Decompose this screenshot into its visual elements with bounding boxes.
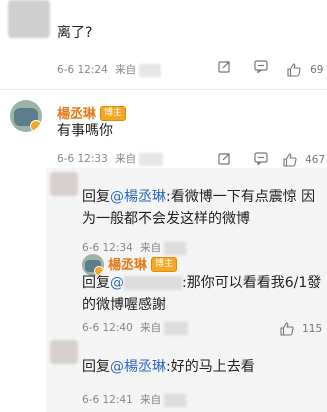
source-label: 来自 <box>140 322 162 334</box>
source-redacted <box>139 63 162 77</box>
source-redacted <box>164 321 189 335</box>
comment-item: 楊丞琳 博主 有事嗎你 6-6 12:33 来自 467 回复@楊丞琳:看微博一下… <box>0 90 327 412</box>
like-button[interactable]: 467 <box>283 149 325 168</box>
like-count: 69 <box>310 63 324 76</box>
comment-date: 6-6 12:33 <box>57 153 108 165</box>
comment-button[interactable] <box>254 150 268 169</box>
share-button[interactable] <box>218 60 231 77</box>
avatar[interactable] <box>50 340 78 364</box>
comment-icon <box>254 152 268 166</box>
reply-text: 回复@楊丞琳:好的马上去看 <box>82 356 322 378</box>
comment-meta: 6-6 12:33 来自 <box>57 151 164 166</box>
reply-item: 回复@楊丞琳:好的马上去看 6-6 12:41 来自 <box>46 338 327 412</box>
like-count: 467 <box>305 153 326 166</box>
avatar[interactable] <box>8 0 50 38</box>
reply-item: 楊丞琳 博主 回复@:那你可以看看我6/1發的微博喔感謝 6-6 12:40 来自… <box>46 250 327 340</box>
share-icon <box>218 61 230 73</box>
source-label: 来自 <box>115 153 137 165</box>
reply-text: 回复@楊丞琳:看微博一下有点震惊 因为一般都不会发这样的微博 <box>82 186 322 230</box>
thumbs-up-icon <box>283 152 297 167</box>
source-label: 来自 <box>140 394 162 406</box>
author-badge: 博主 <box>100 106 127 121</box>
source-redacted <box>139 152 164 166</box>
share-icon <box>218 153 230 165</box>
comment-meta: 6-6 12:24 来自 <box>57 62 162 77</box>
thumbs-up-icon <box>280 321 294 336</box>
author-badge: 博主 <box>151 257 178 272</box>
source-redacted <box>164 393 187 407</box>
mention-link[interactable]: @楊丞琳 <box>110 189 166 205</box>
reply-body: :好的马上去看 <box>166 359 255 375</box>
share-button[interactable] <box>218 150 231 169</box>
mention-redacted <box>124 276 182 290</box>
reply-item: 回复@楊丞琳:看微博一下有点震惊 因为一般都不会发这样的微博 6-6 12:34… <box>46 168 327 258</box>
comment-text: 有事嗎你 <box>57 123 113 139</box>
reply-meta: 6-6 12:41 来自 <box>82 392 187 407</box>
comment-text: 离了? <box>57 25 93 41</box>
comment-date: 6-6 12:24 <box>57 64 108 76</box>
source-label: 来自 <box>115 64 137 76</box>
like-button[interactable]: 115 <box>280 318 322 337</box>
mention-link[interactable]: @ <box>110 275 124 291</box>
reply-meta: 6-6 12:40 来自 <box>82 320 189 335</box>
reply-prefix: 回复 <box>82 189 110 205</box>
reply-date: 6-6 12:40 <box>82 322 133 334</box>
avatar[interactable] <box>10 100 42 132</box>
author-name-row: 楊丞琳 博主 <box>108 254 178 273</box>
reply-date: 6-6 12:41 <box>82 394 133 406</box>
thumbs-up-icon <box>287 62 301 77</box>
comment-button[interactable] <box>254 60 268 77</box>
like-count: 115 <box>302 322 323 335</box>
reply-prefix: 回复 <box>82 359 110 375</box>
replies-panel: 回复@楊丞琳:看微博一下有点震惊 因为一般都不会发这样的微博 6-6 12:34… <box>46 168 327 412</box>
reply-prefix: 回复 <box>82 275 110 291</box>
like-button[interactable]: 69 <box>287 59 323 78</box>
reply-text: 回复@:那你可以看看我6/1發的微博喔感謝 <box>82 272 322 316</box>
avatar[interactable] <box>50 172 78 196</box>
verified-icon <box>30 120 42 132</box>
mention-link[interactable]: @楊丞琳 <box>110 359 166 375</box>
author-name[interactable]: 楊丞琳 <box>108 258 147 273</box>
comment-item: 离了? 6-6 12:24 来自 69 <box>0 0 327 86</box>
comment-icon <box>254 60 268 74</box>
